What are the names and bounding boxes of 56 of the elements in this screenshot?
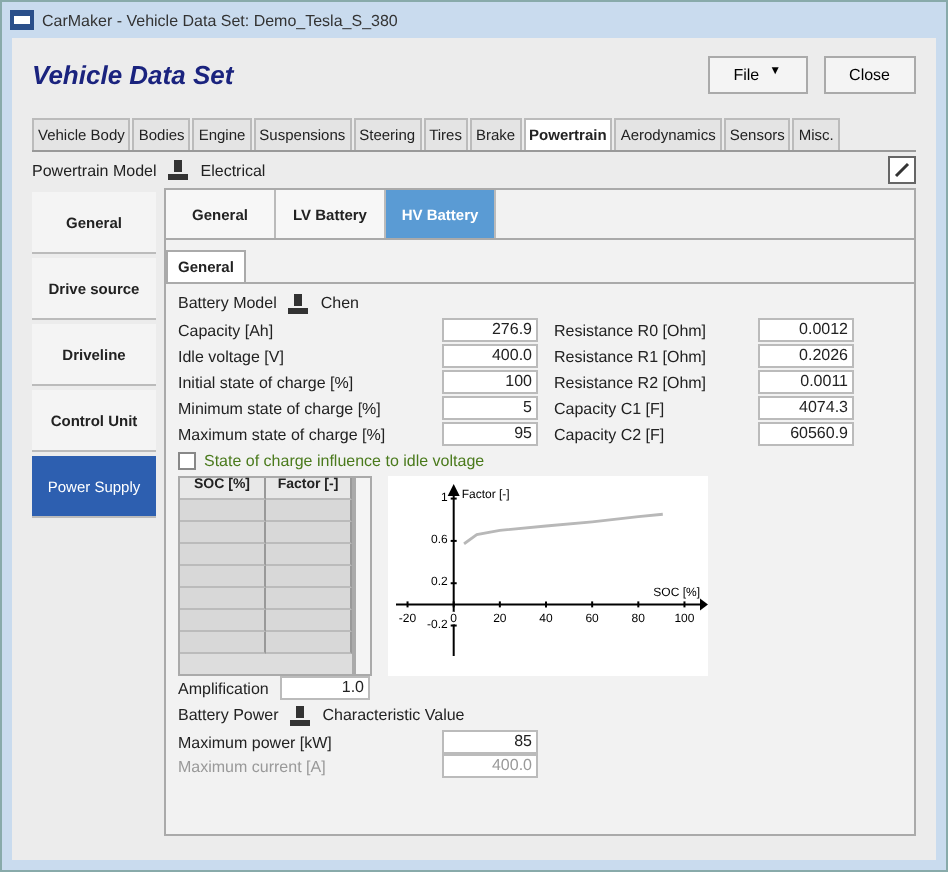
input-field[interactable]: 0.0011: [758, 370, 854, 394]
input-field[interactable]: 1.0: [280, 676, 370, 700]
page-title: Vehicle Data Set: [32, 59, 234, 89]
field-label: Maximum state of charge [%]: [178, 425, 386, 443]
input-field[interactable]: 100: [442, 370, 538, 394]
table-cell: [180, 566, 266, 588]
input-field[interactable]: 276.9: [442, 318, 538, 342]
table-cell: [266, 544, 352, 566]
input-field[interactable]: 0.0012: [758, 318, 854, 342]
table-cell: [180, 588, 266, 610]
table-cell: [266, 566, 352, 588]
selector-icon[interactable]: [168, 160, 189, 180]
field-label: Maximum power [kW]: [178, 733, 332, 751]
input-field[interactable]: 0.2026: [758, 344, 854, 368]
field-label: Minimum state of charge [%]: [178, 399, 381, 417]
field-label: Initial state of charge [%]: [178, 373, 354, 391]
field-label: Resistance R0 [Ohm]: [554, 321, 707, 339]
edit-icon[interactable]: [888, 156, 916, 184]
window-title: CarMaker - Vehicle Data Set: Demo_Tesla_S_380: [42, 11, 398, 29]
input-field[interactable]: 400.0: [442, 344, 538, 368]
field-label: Resistance R1 [Ohm]: [554, 347, 707, 365]
table-cell: [180, 544, 266, 566]
selector-icon[interactable]: [290, 705, 311, 725]
table-cell: [180, 500, 266, 522]
input-field[interactable]: 85: [442, 730, 538, 754]
field-label: Battery Power: [178, 706, 279, 724]
app-icon: [10, 10, 34, 30]
scrollbar[interactable]: [354, 476, 372, 676]
table-cell: [266, 610, 352, 632]
checkbox-label: State of charge influence to idle voltage: [204, 452, 485, 470]
table-cell: [266, 522, 352, 544]
input-field[interactable]: 60560.9: [758, 422, 854, 446]
field-label: Maximum current [A]: [178, 757, 326, 775]
selector-icon[interactable]: [288, 293, 309, 313]
field-label: Idle voltage [V]: [178, 347, 284, 365]
model-value: Electrical: [200, 161, 266, 179]
input-field[interactable]: 4074.3: [758, 396, 854, 420]
model-value: Chen: [320, 294, 359, 312]
table-cell: [180, 632, 266, 654]
table-cell: [180, 522, 266, 544]
field-label: Amplification: [178, 679, 269, 697]
field-label: Powertrain Model: [32, 161, 157, 179]
field-label: Battery Model: [178, 294, 277, 312]
close-button[interactable]: Close: [823, 55, 916, 93]
model-value: Characteristic Value: [322, 706, 465, 724]
input-field[interactable]: 5: [442, 396, 538, 420]
table-cell: [266, 632, 352, 654]
table-cell: [266, 588, 352, 610]
field-label: Resistance R2 [Ohm]: [554, 373, 707, 391]
input-field[interactable]: 95: [442, 422, 538, 446]
field-label: Capacity C1 [F]: [554, 399, 665, 417]
field-label: Capacity [Ah]: [178, 321, 274, 339]
table-cell: [266, 500, 352, 522]
table-cell: [180, 610, 266, 632]
field-label: Capacity C2 [F]: [554, 425, 665, 443]
checkbox[interactable]: [178, 452, 196, 470]
